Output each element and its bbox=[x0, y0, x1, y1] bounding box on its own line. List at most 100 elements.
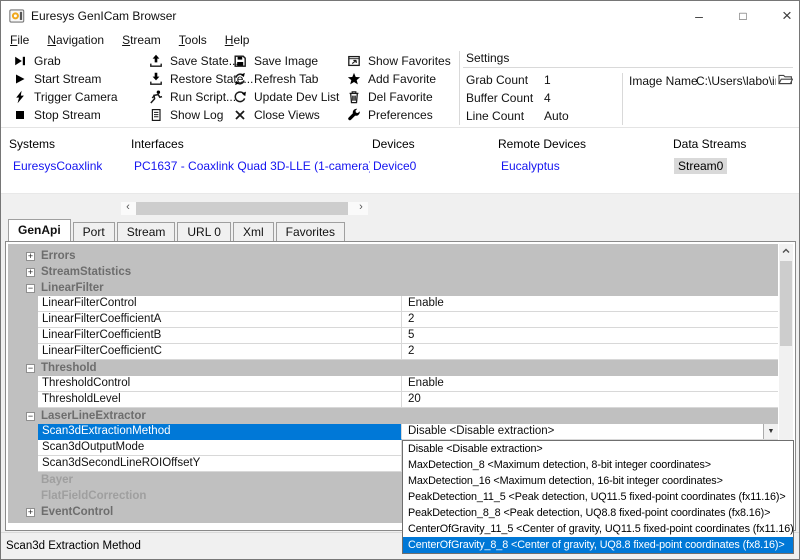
dropdown-item[interactable]: CenterOfGravity_11_5 <Center of gravity,… bbox=[403, 521, 793, 537]
refresh-icon bbox=[233, 72, 247, 86]
system-link[interactable]: EuresysCoaxlink bbox=[13, 159, 102, 173]
category-row[interactable]: − Threshold bbox=[8, 360, 778, 376]
menu-bar: File Navigation Stream Tools Help bbox=[1, 31, 799, 49]
dropdown-item[interactable]: PeakDetection_8_8 <Peak detection, UQ8.8… bbox=[403, 505, 793, 521]
collapse-icon[interactable]: − bbox=[26, 364, 35, 373]
menu-help[interactable]: Help bbox=[216, 31, 259, 49]
window-title: Euresys GenICam Browser bbox=[31, 9, 176, 23]
remote-device-link[interactable]: Eucalyptus bbox=[501, 159, 560, 173]
device-explorer: Systems Interfaces Devices Remote Device… bbox=[1, 128, 799, 194]
lightning-icon bbox=[13, 90, 27, 104]
tab-favorites[interactable]: Favorites bbox=[276, 222, 345, 241]
scroll-up-icon[interactable] bbox=[779, 244, 793, 258]
line-count-label: Line Count bbox=[466, 109, 536, 123]
close-views-button[interactable]: Close Views bbox=[233, 106, 339, 124]
extraction-method-dropdown-list: Disable <Disable extraction> MaxDetectio… bbox=[402, 440, 794, 554]
collapse-icon[interactable]: − bbox=[26, 412, 35, 421]
dropdown-item[interactable]: MaxDetection_8 <Maximum detection, 8-bit… bbox=[403, 457, 793, 473]
preferences-button[interactable]: Preferences bbox=[347, 106, 451, 124]
show-log-icon bbox=[149, 108, 163, 122]
expand-icon[interactable]: + bbox=[26, 508, 35, 517]
property-row[interactable]: ThresholdLevel 20 bbox=[8, 392, 778, 408]
interface-link[interactable]: PC1637 - Coaxlink Quad 3D-LLE (1-camera)… bbox=[134, 159, 370, 173]
toolbar-separator bbox=[459, 51, 460, 125]
tab-stream[interactable]: Stream bbox=[117, 222, 176, 241]
combo-dropdown-icon[interactable]: ▼ bbox=[763, 424, 778, 439]
category-row[interactable]: − LaserLineExtractor bbox=[8, 408, 778, 424]
restore-state-icon bbox=[149, 72, 163, 86]
property-row[interactable]: LinearFilterCoefficientB 5 bbox=[8, 328, 778, 344]
category-row[interactable]: − LinearFilter bbox=[8, 280, 778, 296]
update-dev-list-button[interactable]: Update Dev List bbox=[233, 88, 339, 106]
browse-folder-icon[interactable] bbox=[778, 72, 793, 87]
buffer-count-label: Buffer Count bbox=[466, 91, 536, 105]
dropdown-item-highlighted[interactable]: CenterOfGravity_8_8 <Center of gravity, … bbox=[403, 537, 793, 553]
show-favorites-button[interactable]: Show Favorites bbox=[347, 52, 451, 70]
dropdown-item[interactable]: MaxDetection_16 <Maximum detection, 16-b… bbox=[403, 473, 793, 489]
image-name-label: Image Name bbox=[629, 74, 698, 88]
collapse-icon[interactable]: − bbox=[26, 284, 35, 293]
category-row[interactable]: + StreamStatistics bbox=[8, 264, 778, 280]
systems-header: Systems bbox=[9, 137, 55, 151]
menu-file[interactable]: File bbox=[8, 31, 38, 49]
show-favorites-icon bbox=[347, 54, 361, 68]
save-image-button[interactable]: Save Image bbox=[233, 52, 339, 70]
devices-header: Devices bbox=[372, 137, 415, 151]
vscrollbar-thumb[interactable] bbox=[780, 261, 792, 346]
dropdown-item[interactable]: PeakDetection_11_5 <Peak detection, UQ11… bbox=[403, 489, 793, 505]
wrench-icon bbox=[347, 108, 361, 122]
maximize-button[interactable]: □ bbox=[723, 1, 763, 31]
tab-genapi[interactable]: GenApi bbox=[8, 219, 71, 241]
start-stream-button[interactable]: Start Stream bbox=[13, 70, 118, 88]
grab-count-value[interactable]: 1 bbox=[536, 73, 551, 87]
dropdown-item[interactable]: Disable <Disable extraction> bbox=[403, 441, 793, 457]
menu-navigation[interactable]: Navigation bbox=[38, 31, 113, 49]
image-name-value[interactable]: C:\Users\labo\ima bbox=[696, 74, 776, 88]
buffer-count-value[interactable]: 4 bbox=[536, 91, 551, 105]
scroll-right-icon[interactable]: › bbox=[354, 202, 368, 215]
save-state-icon bbox=[149, 54, 163, 68]
expand-icon[interactable]: + bbox=[26, 252, 35, 261]
scroll-left-icon[interactable]: ‹ bbox=[121, 202, 135, 215]
line-count-value[interactable]: Auto bbox=[536, 109, 569, 123]
grab-icon bbox=[13, 54, 27, 68]
property-row[interactable]: LinearFilterControl Enable bbox=[8, 296, 778, 312]
extraction-method-combobox[interactable]: Disable <Disable extraction> ▼ bbox=[402, 424, 778, 440]
tab-port[interactable]: Port bbox=[73, 222, 115, 241]
tab-xml[interactable]: Xml bbox=[233, 222, 274, 241]
category-row[interactable]: + Errors bbox=[8, 248, 778, 264]
property-row[interactable]: LinearFilterCoefficientA 2 bbox=[8, 312, 778, 328]
run-script-icon bbox=[149, 90, 163, 104]
stop-stream-button[interactable]: Stop Stream bbox=[13, 106, 118, 124]
menu-tools[interactable]: Tools bbox=[170, 31, 216, 49]
device-link[interactable]: Device0 bbox=[373, 159, 416, 173]
settings-rule bbox=[463, 67, 793, 68]
property-row-selected[interactable]: Scan3dExtractionMethod Disable <Disable … bbox=[8, 424, 778, 440]
status-text: Scan3d Extraction Method bbox=[6, 540, 141, 552]
toolbar-separator-2 bbox=[622, 73, 623, 125]
menu-stream[interactable]: Stream bbox=[113, 31, 170, 49]
app-logo-icon bbox=[9, 8, 25, 24]
add-favorite-button[interactable]: Add Favorite bbox=[347, 70, 451, 88]
save-image-icon bbox=[233, 54, 247, 68]
star-icon bbox=[347, 72, 361, 86]
hscrollbar-thumb[interactable] bbox=[136, 202, 348, 215]
trigger-camera-button[interactable]: Trigger Camera bbox=[13, 88, 118, 106]
interfaces-header: Interfaces bbox=[131, 137, 184, 151]
close-views-icon bbox=[233, 108, 247, 122]
tab-url0[interactable]: URL 0 bbox=[177, 222, 231, 241]
del-favorite-button[interactable]: Del Favorite bbox=[347, 88, 451, 106]
remote-devices-header: Remote Devices bbox=[498, 137, 586, 151]
property-row[interactable]: LinearFilterCoefficientC 2 bbox=[8, 344, 778, 360]
explorer-hscrollbar[interactable]: ‹ › bbox=[121, 202, 368, 215]
title-bar: Euresys GenICam Browser – □ × bbox=[1, 1, 799, 31]
minimize-button[interactable]: – bbox=[679, 1, 719, 31]
grab-button[interactable]: Grab bbox=[13, 52, 118, 70]
trash-icon bbox=[347, 90, 361, 104]
property-row[interactable]: ThresholdControl Enable bbox=[8, 376, 778, 392]
close-button[interactable]: × bbox=[767, 1, 800, 31]
refresh-tab-button[interactable]: Refresh Tab bbox=[233, 70, 339, 88]
tab-strip: GenApi Port Stream URL 0 Xml Favorites bbox=[3, 219, 797, 241]
expand-icon[interactable]: + bbox=[26, 268, 35, 277]
data-stream-item-selected[interactable]: Stream0 bbox=[674, 158, 727, 174]
